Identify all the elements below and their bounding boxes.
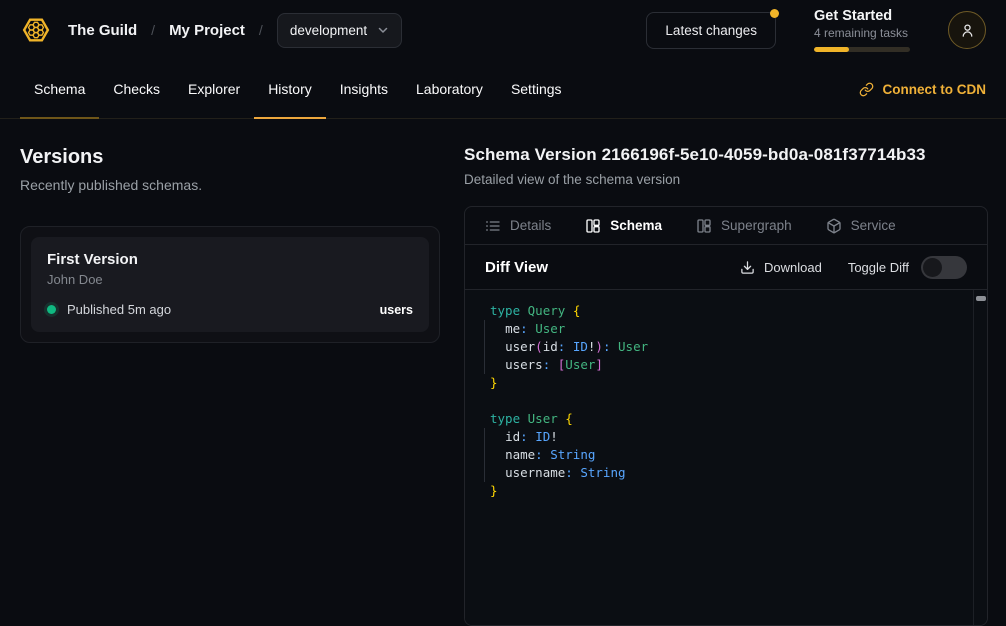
code-line: id: ID! — [490, 428, 967, 446]
toggle-knob — [923, 258, 942, 277]
user-icon — [959, 22, 976, 39]
nav-tabs: SchemaChecksExplorerHistoryInsightsLabor… — [20, 60, 576, 118]
get-started-subtitle: 4 remaining tasks — [814, 26, 910, 40]
code-line: user(id: ID!): User — [490, 338, 967, 356]
tab-explorer[interactable]: Explorer — [174, 60, 254, 118]
avatar[interactable] — [948, 11, 986, 49]
code-line: } — [490, 374, 967, 392]
connect-to-cdn-label: Connect to CDN — [883, 82, 987, 97]
code-line: me: User — [490, 320, 967, 338]
version-card-inner: First Version John Doe Published 5m ago … — [31, 237, 429, 332]
version-author: John Doe — [47, 272, 413, 287]
get-started-title: Get Started — [814, 8, 910, 24]
tab-label: Supergraph — [721, 218, 792, 233]
versions-subtitle: Recently published schemas. — [20, 177, 440, 193]
code-line: } — [490, 482, 967, 500]
tab-label: Service — [851, 218, 896, 233]
breadcrumb-project[interactable]: My Project — [169, 22, 245, 39]
latest-changes-label: Latest changes — [665, 23, 757, 38]
download-button[interactable]: Download — [740, 260, 822, 275]
code-scrollbar[interactable] — [973, 290, 987, 625]
published-dot-icon — [47, 305, 56, 314]
code-line: type Query { — [490, 302, 967, 320]
version-name: First Version — [47, 251, 413, 268]
tab-supergraph[interactable]: Supergraph — [696, 218, 792, 234]
code-line: type User { — [490, 410, 967, 428]
environment-select[interactable]: development — [277, 13, 402, 48]
hive-logo-icon[interactable] — [20, 14, 52, 46]
diff-view-header: Diff View Download Toggle Diff — [465, 245, 987, 290]
code-block[interactable]: type Query { me: User user(id: ID!): Use… — [465, 290, 987, 625]
header-right: Latest changes Get Started 4 remaining t… — [646, 8, 986, 52]
versions-title: Versions — [20, 146, 440, 169]
indent-guide — [484, 320, 485, 374]
code-line: users: [User] — [490, 356, 967, 374]
version-status-row: Published 5m ago users — [47, 302, 413, 317]
tab-schema[interactable]: Schema — [585, 218, 662, 234]
diff-view-title: Diff View — [485, 259, 548, 276]
tab-laboratory[interactable]: Laboratory — [402, 60, 497, 118]
tab-history[interactable]: History — [254, 60, 326, 118]
code-line: name: String — [490, 446, 967, 464]
tab-insights[interactable]: Insights — [326, 60, 402, 118]
schema-version-subtitle: Detailed view of the schema version — [464, 172, 988, 187]
tab-label: Details — [510, 218, 551, 233]
versions-panel: Versions Recently published schemas. Fir… — [0, 119, 460, 343]
breadcrumb: The Guild / My Project / development — [68, 13, 402, 48]
tab-details[interactable]: Details — [485, 218, 551, 234]
tab-settings[interactable]: Settings — [497, 60, 576, 118]
toggle-diff-group: Toggle Diff — [848, 256, 967, 279]
detail-tabs: Details Schema Supergraph Service — [465, 207, 987, 245]
service-badge: users — [380, 303, 413, 317]
latest-changes-button[interactable]: Latest changes — [646, 12, 776, 49]
columns-icon — [696, 218, 712, 234]
version-card[interactable]: First Version John Doe Published 5m ago … — [20, 226, 440, 343]
version-detail-card: Details Schema Supergraph Service Diff View… — [464, 206, 988, 626]
code-line: username: String — [490, 464, 967, 482]
code-line — [490, 392, 967, 410]
connect-to-cdn-link[interactable]: Connect to CDN — [859, 60, 987, 118]
download-label: Download — [764, 260, 822, 275]
notification-dot — [770, 9, 779, 18]
tab-checks[interactable]: Checks — [99, 60, 174, 118]
breadcrumb-separator: / — [151, 22, 155, 38]
toggle-diff-label: Toggle Diff — [848, 260, 909, 275]
indent-guide — [484, 428, 485, 482]
header: The Guild / My Project / development Lat… — [0, 0, 1006, 60]
link-icon — [859, 82, 874, 97]
get-started-progress — [814, 47, 910, 52]
get-started-widget[interactable]: Get Started 4 remaining tasks — [814, 8, 910, 52]
tab-label: Schema — [610, 218, 662, 233]
chevron-down-icon — [377, 24, 389, 36]
progress-fill — [814, 47, 849, 52]
download-icon — [740, 260, 755, 275]
tab-schema[interactable]: Schema — [20, 60, 99, 118]
tab-service[interactable]: Service — [826, 218, 896, 234]
scrollbar-thumb[interactable] — [976, 296, 986, 301]
list-icon — [485, 218, 501, 234]
code-lines: type Query { me: User user(id: ID!): Use… — [490, 302, 967, 500]
breadcrumb-org[interactable]: The Guild — [68, 22, 137, 39]
schema-version-panel: Schema Version 2166196f-5e10-4059-bd0a-0… — [464, 119, 988, 626]
columns-icon — [585, 218, 601, 234]
toggle-diff-switch[interactable] — [921, 256, 967, 279]
target-nav: SchemaChecksExplorerHistoryInsightsLabor… — [0, 60, 1006, 119]
breadcrumb-separator: / — [259, 22, 263, 38]
published-status: Published 5m ago — [67, 302, 171, 317]
cube-icon — [826, 218, 842, 234]
environment-select-value: development — [290, 23, 367, 38]
schema-version-title: Schema Version 2166196f-5e10-4059-bd0a-0… — [464, 145, 988, 165]
diff-actions: Download Toggle Diff — [740, 256, 967, 279]
